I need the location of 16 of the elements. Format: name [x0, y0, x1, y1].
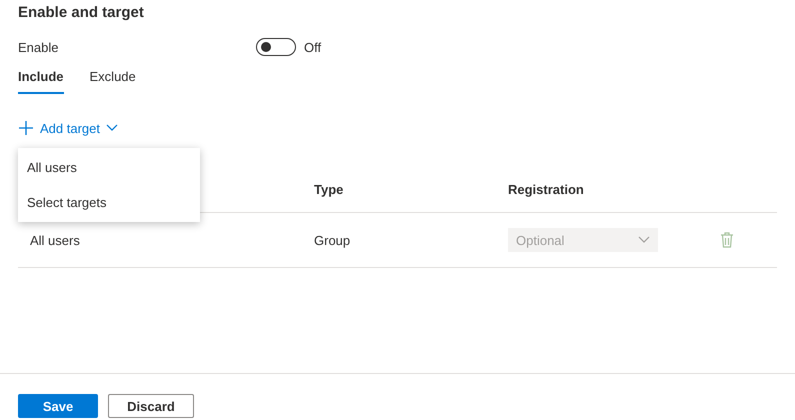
section-title: Enable and target [18, 4, 145, 23]
column-header: Type [314, 182, 344, 196]
chevron-down-icon [106, 124, 118, 132]
enable-label: Enable [18, 40, 60, 54]
column-header: Registration [508, 182, 585, 196]
tab[interactable]: Include [18, 63, 64, 94]
menu-item[interactable]: All users [18, 150, 200, 185]
enable-toggle[interactable] [256, 38, 296, 56]
tab[interactable]: Exclude [90, 63, 136, 94]
menu-item[interactable]: Select targets [18, 185, 200, 220]
chevron-down-icon [638, 236, 650, 244]
discard-button[interactable]: Discard [108, 394, 194, 418]
add-target-button[interactable]: Add target [18, 116, 118, 140]
save-button[interactable]: Save [18, 394, 98, 418]
plus-icon [18, 120, 34, 136]
toggle-state: Off [304, 40, 322, 54]
